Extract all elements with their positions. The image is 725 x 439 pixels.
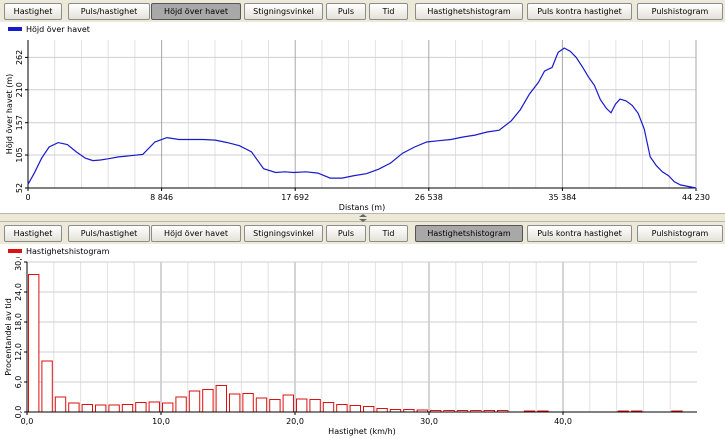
elevation-y-tick-label: 105 <box>15 147 24 162</box>
histogram-bar <box>108 404 120 413</box>
bottom-tab-stigningsvinkel[interactable]: Stigningsvinkel <box>244 225 323 242</box>
histogram-bar <box>229 393 241 413</box>
histogram-bar <box>255 397 268 413</box>
elevation-x-tick-label: 26 538 <box>415 193 443 202</box>
histogram-bar <box>269 399 281 413</box>
histogram-bar <box>309 399 321 413</box>
histogram-bar <box>215 385 228 413</box>
bottom-tab-puls-hastighet[interactable]: Puls/hastighet <box>68 225 150 242</box>
histogram-x-axis-title: Hastighet (km/h) <box>328 427 396 436</box>
bottom-tab-tid[interactable]: Tid <box>369 225 408 242</box>
speed-histogram-chart: 0,0 10,0 20,0 30,0 40,00,06,012,018,024,030,… <box>4 257 697 436</box>
histogram-bar <box>282 394 295 413</box>
histogram-bar <box>296 398 308 413</box>
bottom-tab-hastighet[interactable]: Hastighet <box>4 225 62 242</box>
histogram-bar <box>28 274 40 413</box>
bottom-tab-hojd-over-havet[interactable]: Höjd över havet <box>151 225 241 242</box>
histogram-bar <box>322 402 335 413</box>
elevation-panel: Hastighet Puls/hastighet Höjd över havet St… <box>0 0 725 213</box>
bottom-tab-bar: Hastighet Puls/hastighet Höjd över havet St… <box>0 222 725 244</box>
histogram-y-tick-label: 12,0 <box>14 343 23 361</box>
histogram-legend: Hastighetshistogram <box>8 246 109 256</box>
top-tab-puls-hastighet[interactable]: Puls/hastighet <box>68 3 150 20</box>
elevation-x-axis-title: Distans (m) <box>339 203 385 212</box>
histogram-bar <box>162 402 174 413</box>
bottom-tab-pulshistogram[interactable]: Pulshistogram <box>637 225 723 242</box>
histogram-legend-swatch <box>8 249 22 253</box>
histogram-y-tick-label: 6,0 <box>14 376 23 389</box>
histogram-y-tick-label: 30,0 <box>14 257 23 271</box>
top-tab-tid[interactable]: Tid <box>369 3 408 20</box>
elevation-x-tick-label: 35 384 <box>548 193 576 202</box>
histogram-bar <box>336 404 348 413</box>
histogram-x-tick-label: 20,0 <box>286 417 304 426</box>
top-tab-puls[interactable]: Puls <box>326 3 366 20</box>
histogram-x-tick-label: 30,0 <box>420 417 438 426</box>
top-tab-hojd-over-havet[interactable]: Höjd över havet <box>151 3 241 20</box>
histogram-bar <box>148 401 161 413</box>
histogram-bar <box>175 396 187 413</box>
top-tab-hastighetshistogram[interactable]: Hastighetshistogram <box>415 3 523 20</box>
histogram-bar <box>349 405 362 413</box>
elevation-x-tick-label: 8 846 <box>150 193 173 202</box>
elevation-legend-swatch <box>8 27 22 31</box>
elevation-y-tick-label: 52 <box>15 183 24 193</box>
elevation-chart: 0 8 846 17 692 26 538 35 384 44 230 52 105 157 21… <box>5 40 710 212</box>
histogram-bar <box>202 389 214 413</box>
elevation-y-tick-label: 262 <box>15 50 24 65</box>
histogram-bar <box>68 402 80 413</box>
top-tab-pulshistogram[interactable]: Pulshistogram <box>637 3 723 20</box>
histogram-bar <box>41 360 53 413</box>
histogram-bar <box>95 404 107 413</box>
bottom-tab-puls[interactable]: Puls <box>326 225 366 242</box>
histogram-bar <box>242 393 254 413</box>
top-tab-puls-kontra-hastighet[interactable]: Puls kontra hastighet <box>527 3 632 20</box>
histogram-y-tick-label: 0,0 <box>14 406 23 419</box>
bottom-tab-hastighetshistogram[interactable]: Hastighetshistogram <box>415 225 523 242</box>
histogram-y-tick-label: 18,0 <box>14 313 23 331</box>
histogram-bar <box>81 404 93 413</box>
bottom-tab-puls-kontra-hastighet[interactable]: Puls kontra hastighet <box>527 225 632 242</box>
elevation-y-tick-label: 210 <box>15 82 24 97</box>
elevation-legend: Höjd över havet <box>8 24 90 34</box>
elevation-y-tick-label: 157 <box>15 115 24 130</box>
elevation-grid <box>27 40 697 189</box>
elevation-legend-label: Höjd över havet <box>26 24 90 34</box>
top-tab-stigningsvinkel[interactable]: Stigningsvinkel <box>244 3 323 20</box>
panel-splitter[interactable] <box>0 213 725 222</box>
top-tab-hastighet[interactable]: Hastighet <box>4 3 62 20</box>
histogram-bar <box>363 406 375 413</box>
elevation-series-line <box>27 47 697 189</box>
elevation-x-tick-label: 44 230 <box>682 193 710 202</box>
histogram-bar <box>376 408 388 413</box>
histogram-y-axis-title: Procentandel av tid <box>4 298 13 376</box>
histogram-grid <box>27 261 697 413</box>
elevation-x-tick-label: 0 <box>25 193 30 202</box>
histogram-bar <box>135 402 147 413</box>
elevation-y-axis-title: Höjd över havet (m) <box>5 74 14 154</box>
histogram-legend-label: Hastighetshistogram <box>26 246 110 256</box>
histogram-x-tick-label: 40,0 <box>554 417 572 426</box>
histogram-x-tick-label: 10,0 <box>152 417 170 426</box>
histogram-bar <box>188 390 201 413</box>
splitter-arrows-icon <box>359 214 367 222</box>
histogram-panel: Hastighet Puls/hastighet Höjd över havet St… <box>0 222 725 439</box>
histogram-bar <box>54 396 67 413</box>
histogram-y-tick-label: 24,0 <box>14 283 23 301</box>
histogram-bar <box>121 404 134 413</box>
elevation-x-tick-label: 17 692 <box>281 193 309 202</box>
top-tab-bar: Hastighet Puls/hastighet Höjd över havet St… <box>0 0 725 22</box>
